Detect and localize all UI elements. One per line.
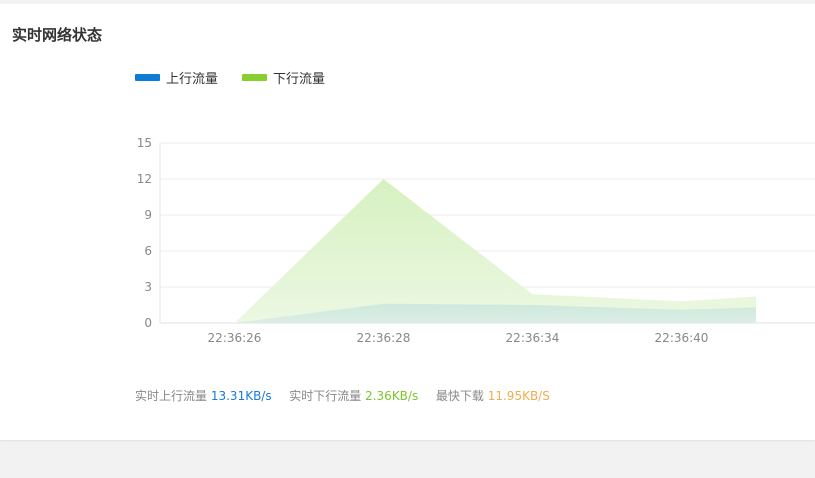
x-tick-label: 22:36:28	[357, 331, 411, 345]
max-download-value: 11.95KB/S	[487, 389, 550, 403]
y-tick-label: 0	[144, 316, 152, 330]
y-tick-label: 3	[144, 280, 152, 294]
y-tick-label: 9	[144, 208, 152, 222]
y-tick-label: 6	[144, 244, 152, 258]
download-rate-value: 2.36KB/s	[365, 389, 419, 403]
download-rate-label: 实时下行流量	[289, 389, 362, 403]
upload-rate-label: 实时上行流量	[135, 389, 208, 403]
x-tick-label: 22:36:40	[655, 331, 709, 345]
traffic-summary: 实时上行流量 13.31KB/s 实时下行流量 2.36KB/s 最快下载 11…	[135, 387, 550, 404]
y-tick-label: 15	[137, 136, 152, 150]
max-download-label: 最快下载	[435, 389, 484, 403]
y-tick-label: 12	[137, 172, 152, 186]
x-tick-label: 22:36:34	[506, 331, 560, 345]
network-status-card: 实时网络状态 上行流量 下行流量 0 3 6 9 12 15 22:36:26 22:36:2…	[0, 4, 815, 440]
upload-rate-value: 13.31KB/s	[210, 389, 272, 403]
x-tick-label: 22:36:26	[208, 331, 262, 345]
traffic-chart: 0 3 6 9 12 15 22:36:26 22:36:28 22:36:34 22:36:40	[137, 136, 815, 345]
